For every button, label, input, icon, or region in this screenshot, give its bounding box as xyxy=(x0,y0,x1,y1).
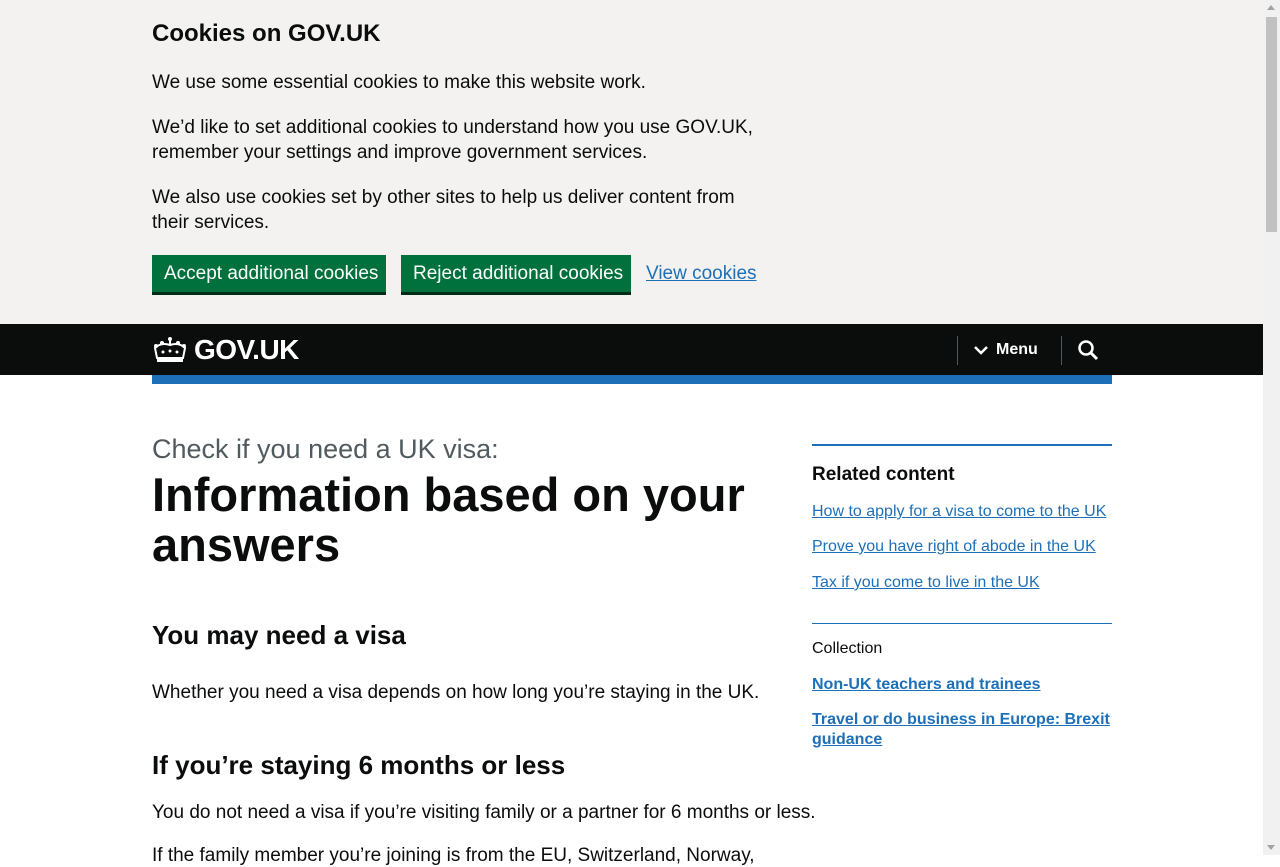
related-link[interactable]: How to apply for a visa to come to the U… xyxy=(812,503,1106,521)
accept-cookies-button[interactable]: Accept additional cookies xyxy=(152,255,386,292)
view-cookies-link[interactable]: View cookies xyxy=(646,263,757,285)
cookie-text-additional: We’d like to set additional cookies to u… xyxy=(152,117,753,163)
cookie-banner-title: Cookies on GOV.UK xyxy=(152,20,381,47)
header-divider xyxy=(1061,336,1062,365)
page-caption: Check if you need a UK visa: xyxy=(152,434,499,464)
vertical-scrollbar[interactable] xyxy=(1263,0,1280,855)
section-heading-short-stay: If you’re staying 6 months or less xyxy=(152,750,566,780)
collection-link[interactable]: Non-UK teachers and trainees xyxy=(812,675,1112,695)
site-header: GOV.UK Menu xyxy=(0,324,1263,375)
cookie-text-essential: We use some essential cookies to make th… xyxy=(152,72,646,93)
menu-label: Menu xyxy=(996,341,1038,358)
header-blue-bar xyxy=(152,375,1112,384)
related-link[interactable]: Tax if you come to live in the UK xyxy=(812,574,1040,592)
related-content-title: Related content xyxy=(812,464,955,485)
body-text-short-stay: You do not need a visa if you’re visitin… xyxy=(152,802,816,823)
reject-cookies-button[interactable]: Reject additional cookies xyxy=(401,255,631,292)
menu-button[interactable]: Menu xyxy=(974,337,1038,363)
collection-label: Collection xyxy=(812,640,883,657)
scroll-down-arrow-icon[interactable] xyxy=(1267,845,1275,850)
govuk-logo-link[interactable]: GOV.UK xyxy=(152,334,299,366)
chevron-down-icon xyxy=(974,346,988,355)
body-text-visa: Whether you need a visa depends on how l… xyxy=(152,682,760,703)
cookie-banner: Cookies on GOV.UK We use some essential … xyxy=(0,0,1263,324)
header-divider xyxy=(957,336,958,365)
crown-icon xyxy=(153,337,187,362)
page-title: Information based on your answers xyxy=(152,468,745,571)
scrollbar-thumb[interactable] xyxy=(1266,17,1277,232)
cookie-text-third-party: We also use cookies set by other sites t… xyxy=(152,187,735,233)
sidebar-top-border xyxy=(812,444,1112,446)
related-link[interactable]: Prove you have right of abode in the UK xyxy=(812,538,1096,556)
search-icon[interactable] xyxy=(1077,339,1099,361)
section-heading-visa: You may need a visa xyxy=(152,620,406,650)
body-text-family: If the family member you’re joining is f… xyxy=(152,845,755,866)
scroll-up-arrow-icon[interactable] xyxy=(1267,5,1275,10)
logo-text: GOV.UK xyxy=(194,334,299,365)
collection-link[interactable]: Travel or do business in Europe: Brexit … xyxy=(812,710,1112,750)
sidebar-divider xyxy=(812,623,1112,624)
